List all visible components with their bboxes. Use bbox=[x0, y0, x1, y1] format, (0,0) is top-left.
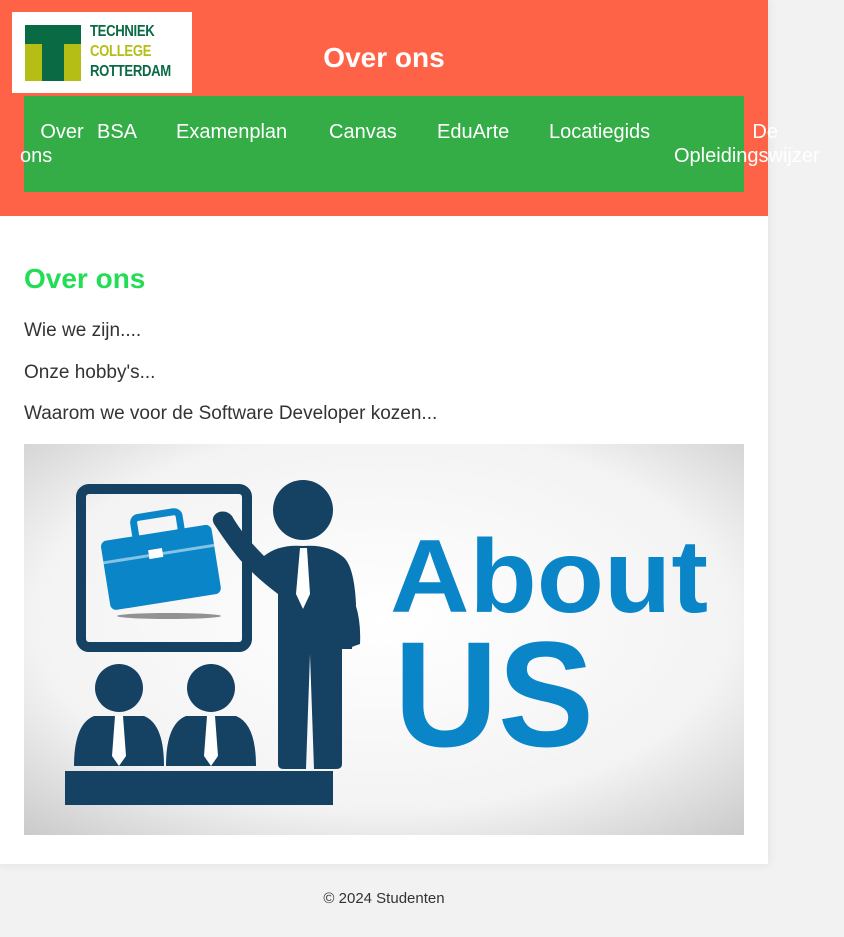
site-footer: © 2024 Studenten bbox=[0, 890, 768, 907]
nav-item-opleidingswijzer-line1: De bbox=[752, 121, 778, 143]
header-title: Over ons bbox=[323, 42, 445, 73]
nav-item-over-ons-line1: Over bbox=[40, 121, 84, 143]
paragraph-hobbies: Onze hobby's... bbox=[24, 362, 156, 383]
nav-item-canvas[interactable]: Canvas bbox=[329, 120, 397, 144]
logo-line-1: TECHNIEK bbox=[90, 23, 155, 40]
main-nav: Over ons BSA Examenplan Canvas EduArte L… bbox=[20, 96, 820, 192]
paragraph-who-we-are: Wie we zijn.... bbox=[24, 320, 142, 341]
nav-item-locatiegids[interactable]: Locatiegids bbox=[549, 120, 650, 144]
about-us-image: About US bbox=[24, 444, 744, 835]
content-heading: Over ons bbox=[24, 263, 146, 294]
hero-us-text: US bbox=[394, 610, 594, 778]
footer-copyright: © 2024 Studenten bbox=[323, 890, 445, 907]
site-header: TECHNIEK COLLEGE ROTTERDAM Over ons Over… bbox=[0, 0, 820, 216]
podium bbox=[65, 771, 333, 805]
nav-item-over-ons-line2: ons bbox=[20, 145, 53, 167]
nav-item-opleidingswijzer[interactable]: De Opleidingswijzer bbox=[674, 120, 828, 168]
briefcase-shadow bbox=[117, 613, 221, 619]
nav-item-eduarte[interactable]: EduArte bbox=[437, 120, 509, 144]
nav-item-over-ons[interactable]: Over ons bbox=[20, 120, 84, 168]
paragraph-why-software-developer: Waarom we voor de Software Developer koz… bbox=[24, 403, 438, 424]
page-container: TECHNIEK COLLEGE ROTTERDAM Over ons Over… bbox=[0, 0, 820, 864]
nav-item-examenplan[interactable]: Examenplan bbox=[176, 120, 287, 144]
nav-item-bsa[interactable]: BSA bbox=[97, 120, 137, 144]
nav-item-opleidingswijzer-line2: Opleidingswijzer bbox=[674, 145, 820, 167]
